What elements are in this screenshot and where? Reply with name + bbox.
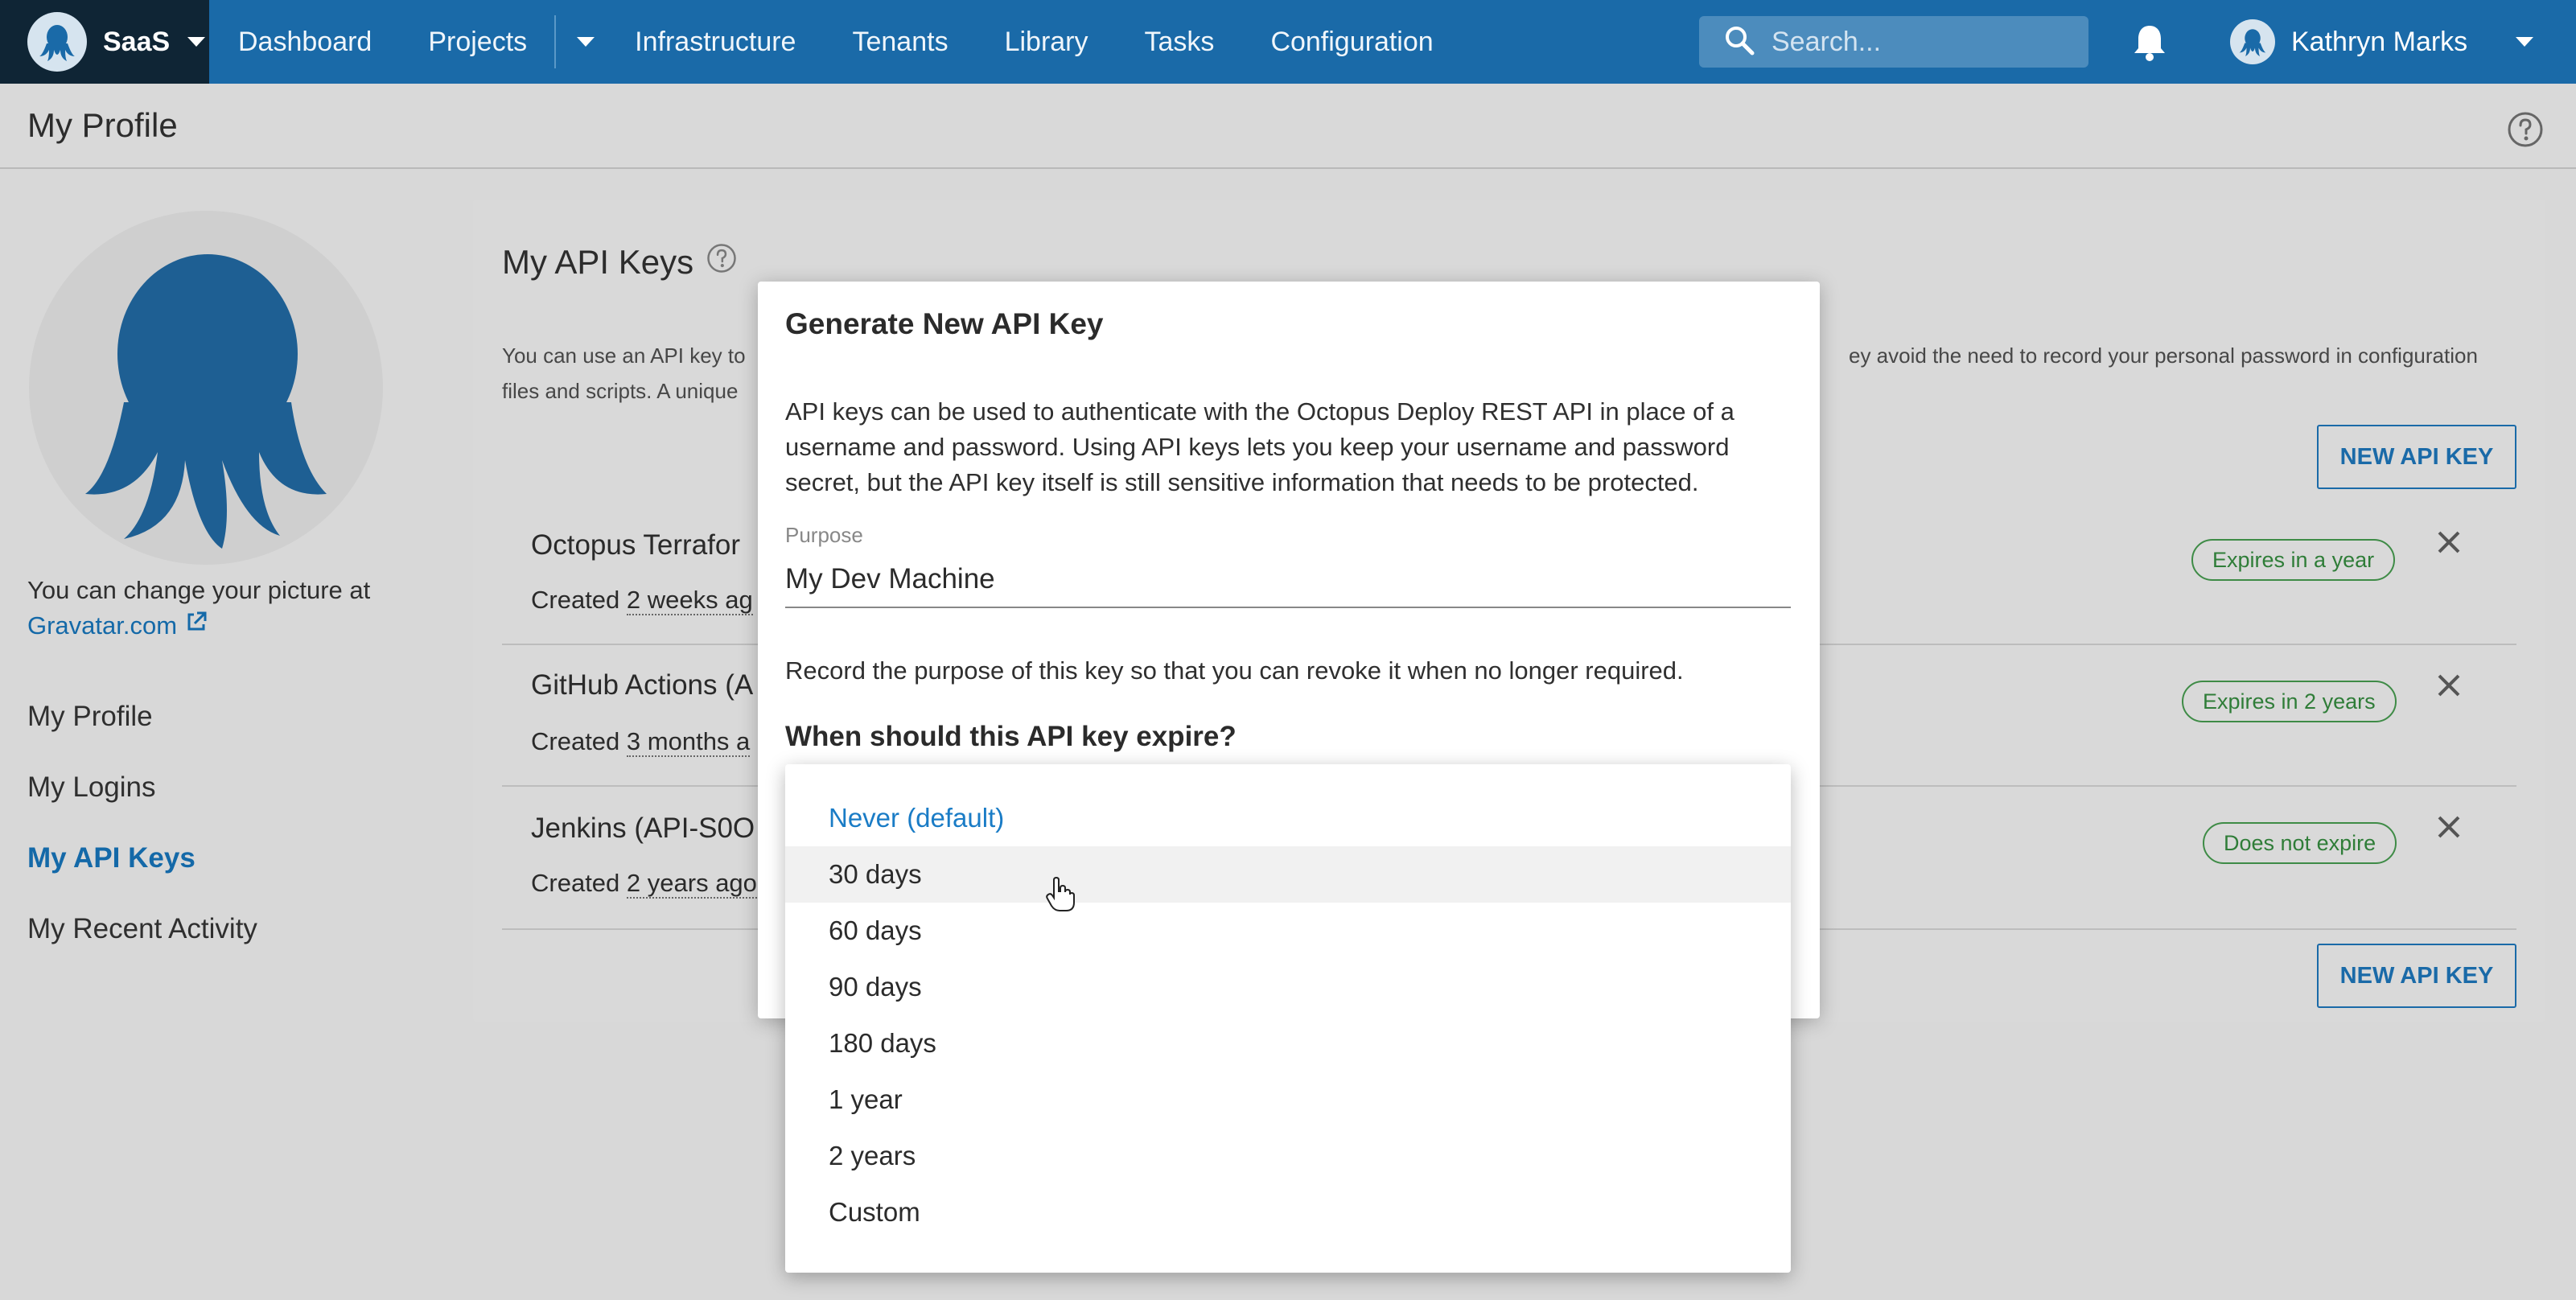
chevron-down-icon	[187, 37, 206, 47]
expiry-option-custom[interactable]: Custom	[785, 1184, 1791, 1240]
expiry-option-90-days[interactable]: 90 days	[785, 959, 1791, 1015]
expiry-option-180-days[interactable]: 180 days	[785, 1015, 1791, 1072]
search-icon	[1723, 24, 1755, 60]
change-picture-text: You can change your picture at Gravatar.…	[27, 573, 370, 644]
nav-tasks[interactable]: Tasks	[1145, 27, 1215, 58]
user-name: Kathryn Marks	[2291, 26, 2468, 57]
sidebar-item-my-api-keys[interactable]: My API Keys	[27, 838, 257, 909]
nav-tenants[interactable]: Tenants	[852, 27, 948, 58]
card-description-right: ey avoid the need to record your persona…	[1849, 344, 2478, 368]
projects-chevron-down-icon[interactable]	[577, 37, 595, 47]
profile-side-nav: My Profile My Logins My API Keys My Rece…	[27, 697, 257, 980]
profile-avatar	[29, 211, 383, 565]
expiry-badge: Expires in 2 years	[2182, 681, 2397, 722]
expiry-option-2-years[interactable]: 2 years	[785, 1128, 1791, 1184]
api-key-created: Created 2 weeks ag	[531, 586, 753, 615]
created-ago: 3 months a	[626, 727, 751, 757]
octopus-avatar-icon	[85, 254, 327, 549]
hand-pointer-cursor-icon	[1046, 876, 1075, 916]
search-input[interactable]: Search...	[1699, 16, 2088, 68]
nav-dashboard[interactable]: Dashboard	[238, 27, 372, 58]
expiry-option-never[interactable]: Never (default)	[785, 790, 1791, 846]
notifications-bell-icon[interactable]	[2132, 23, 2167, 65]
card-title-text: My API Keys	[502, 243, 694, 281]
delete-key-close-icon[interactable]	[2433, 669, 2465, 706]
nav-configuration[interactable]: Configuration	[1270, 27, 1433, 58]
api-key-name: Jenkins (API-S0O	[531, 812, 755, 844]
gravatar-link-label[interactable]: Gravatar.com	[27, 611, 177, 640]
expiry-option-30-days[interactable]: 30 days	[785, 846, 1791, 903]
space-switcher[interactable]: SaaS	[0, 0, 209, 84]
card-title: My API Keys	[502, 243, 737, 282]
nav-infrastructure[interactable]: Infrastructure	[635, 27, 796, 58]
created-prefix: Created	[531, 869, 620, 897]
delete-key-close-icon[interactable]	[2433, 526, 2465, 562]
created-ago: 2 weeks ag	[626, 586, 753, 615]
gravatar-link[interactable]: Gravatar.com	[27, 608, 370, 644]
created-prefix: Created	[531, 586, 620, 614]
purpose-label: Purpose	[785, 523, 863, 547]
page-header: My Profile	[0, 84, 2576, 169]
help-icon[interactable]	[706, 243, 737, 282]
new-api-key-button[interactable]: NEW API KEY	[2317, 425, 2516, 489]
purpose-help-text: Record the purpose of this key so that y…	[785, 656, 1684, 685]
search-placeholder: Search...	[1772, 26, 1882, 57]
space-name: SaaS	[103, 26, 171, 57]
change-picture-label: You can change your picture at	[27, 576, 371, 604]
expiry-dropdown-menu: Never (default) 30 days 60 days 90 days …	[785, 764, 1791, 1273]
expiry-option-1-year[interactable]: 1 year	[785, 1072, 1791, 1128]
expiry-question: When should this API key expire?	[785, 721, 1237, 752]
expiry-badge: Expires in a year	[2191, 539, 2396, 581]
api-key-created: Created 3 months a	[531, 727, 751, 757]
expiry-badge: Does not expire	[2203, 822, 2397, 864]
api-key-created: Created 2 years ago	[531, 869, 757, 899]
created-ago: 2 years ago	[626, 869, 757, 899]
page-title: My Profile	[27, 106, 178, 144]
top-navigation: SaaS Dashboard Projects Infrastructure T…	[0, 0, 2576, 84]
nav-library[interactable]: Library	[1005, 27, 1088, 58]
sidebar-item-my-recent-activity[interactable]: My Recent Activity	[27, 909, 257, 980]
new-api-key-button-bottom[interactable]: NEW API KEY	[2317, 944, 2516, 1008]
nav-projects[interactable]: Projects	[428, 27, 527, 58]
octopus-logo-icon	[27, 12, 87, 72]
chevron-down-icon	[2516, 37, 2534, 47]
expiry-option-60-days[interactable]: 60 days	[785, 903, 1791, 959]
purpose-input[interactable]	[785, 552, 1791, 608]
sidebar-item-my-profile[interactable]: My Profile	[27, 697, 257, 767]
user-menu[interactable]: Kathryn Marks	[2230, 18, 2534, 66]
dialog-description: API keys can be used to authenticate wit…	[785, 397, 1734, 496]
created-prefix: Created	[531, 727, 620, 755]
nav-divider	[554, 15, 557, 68]
help-icon[interactable]	[2507, 111, 2544, 152]
api-key-name: Octopus Terrafor	[531, 529, 741, 561]
sidebar-item-my-logins[interactable]: My Logins	[27, 767, 257, 838]
user-avatar-icon	[2230, 19, 2275, 64]
external-link-icon[interactable]	[184, 611, 208, 640]
delete-key-close-icon[interactable]	[2433, 811, 2465, 847]
api-key-name: GitHub Actions (A	[531, 669, 754, 701]
dialog-title: Generate New API Key	[785, 307, 1104, 340]
